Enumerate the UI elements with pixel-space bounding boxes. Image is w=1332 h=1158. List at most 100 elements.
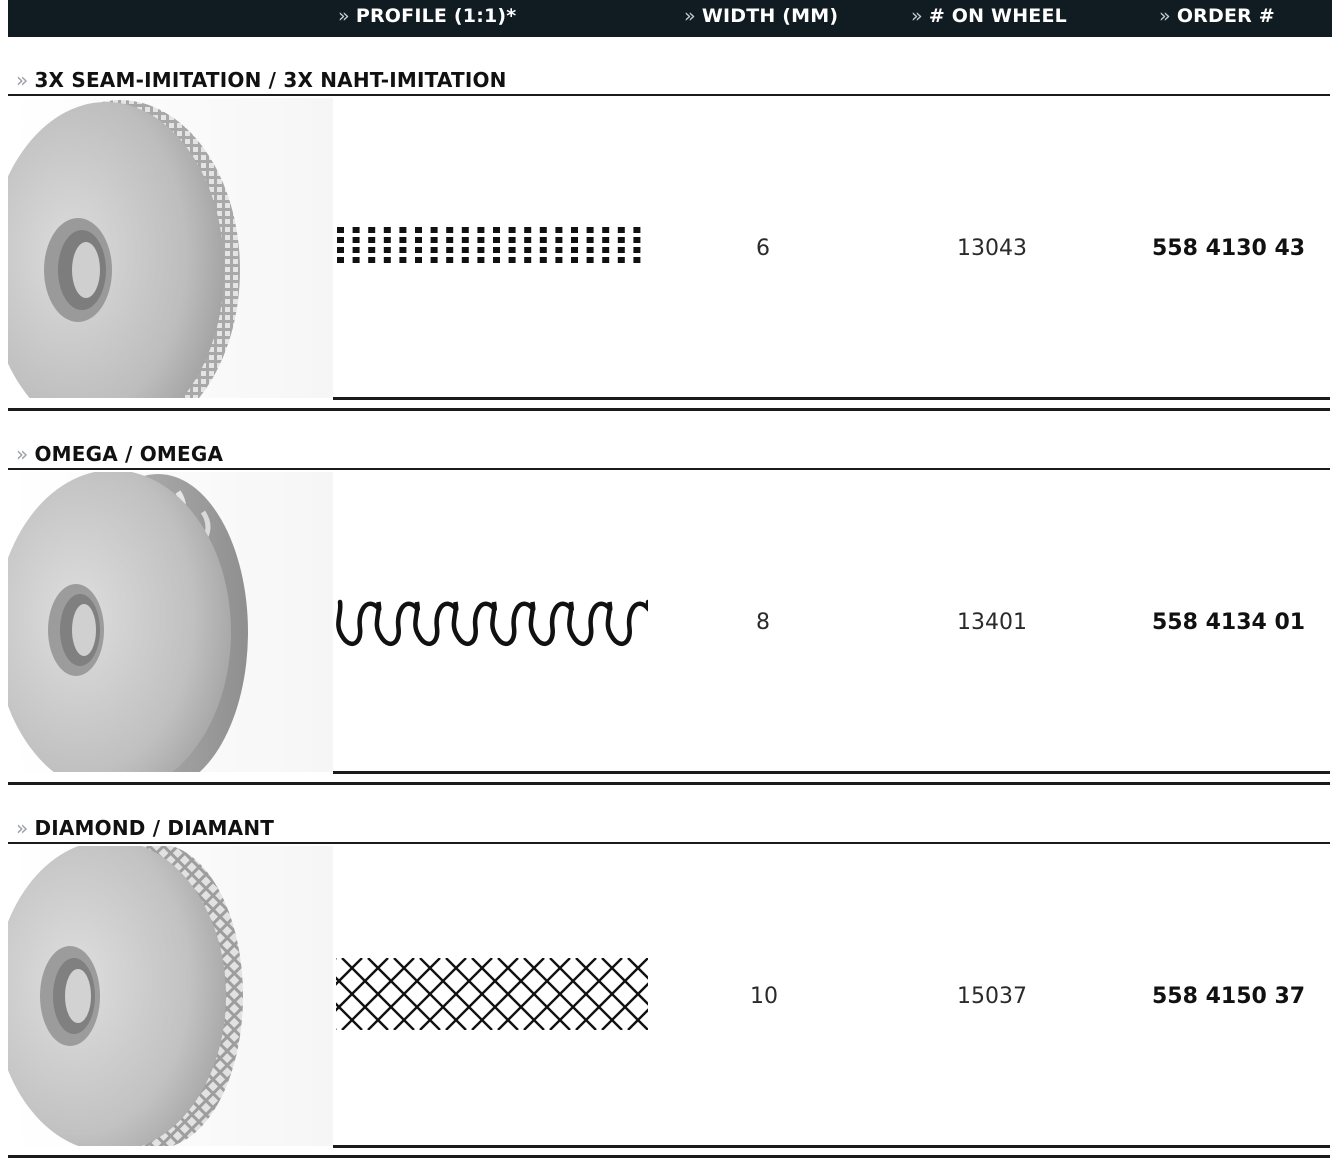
profile-dot	[602, 227, 610, 233]
profile-dot	[617, 227, 625, 233]
profile-dot	[337, 257, 344, 263]
divider	[8, 468, 1330, 470]
profile-dot	[352, 227, 360, 233]
profile-dot	[383, 257, 391, 263]
profile-dot	[446, 237, 454, 243]
profile-dot	[352, 247, 360, 253]
order-number: 558 4134 01	[1152, 610, 1306, 635]
profile-dot	[352, 237, 360, 243]
profile-dot	[477, 227, 485, 233]
divider	[8, 842, 1330, 844]
profile-dot	[383, 237, 391, 243]
profile-dot	[337, 247, 344, 253]
profile-dot	[539, 237, 547, 243]
profile-dot	[555, 237, 563, 243]
profile-dot	[524, 247, 532, 253]
profile-dot	[493, 247, 500, 253]
profile-dot	[586, 257, 594, 263]
wheel-seam-imitation-image	[8, 98, 333, 398]
profile-dot	[524, 227, 532, 233]
wheel-omega-image	[8, 472, 333, 772]
profile-dot	[430, 227, 438, 233]
profile-dot	[399, 227, 407, 233]
profile-dot	[461, 227, 469, 233]
profile-dot	[571, 247, 578, 253]
profile-dot	[555, 257, 563, 263]
profile-dot	[461, 237, 469, 243]
profile-dot	[399, 247, 407, 253]
on-wheel-value: 13043	[957, 236, 1027, 261]
profile-dot	[493, 227, 500, 233]
profile-dot	[508, 227, 516, 233]
section-title: » OMEGA / OMEGA	[16, 442, 224, 466]
profile-dot	[508, 257, 516, 263]
profile-dot	[446, 227, 454, 233]
profile-dots	[336, 226, 648, 274]
profile-dot	[555, 247, 563, 253]
profile-dot	[368, 257, 376, 263]
profile-dot	[524, 257, 532, 263]
profile-wave-line	[336, 599, 651, 647]
profile-dot	[383, 227, 391, 233]
profile-dot	[633, 257, 641, 263]
profile-dot	[617, 257, 625, 263]
width-value: 8	[756, 610, 770, 635]
profile-dot	[383, 247, 391, 253]
profile-dot	[461, 257, 469, 263]
profile-dot	[368, 247, 376, 253]
header-profile: » PROFILE (1:1)*	[338, 5, 517, 27]
profile-dot	[617, 247, 625, 253]
profile-dot	[368, 227, 376, 233]
profile-dot	[617, 237, 625, 243]
profile-dot	[539, 247, 547, 253]
divider	[333, 397, 1330, 400]
width-value: 10	[750, 984, 778, 1009]
profile-dot	[586, 247, 594, 253]
profile-dot	[539, 257, 547, 263]
profile-dot	[415, 247, 422, 253]
profile-dot	[415, 227, 422, 233]
header-on-wheel: » # ON WHEEL	[911, 5, 1067, 27]
header-width: » WIDTH (MM)	[684, 5, 839, 27]
profile-dot	[586, 227, 594, 233]
width-value: 6	[756, 236, 770, 261]
profile-dot	[633, 227, 641, 233]
profile-dot	[555, 227, 563, 233]
profile-dot	[399, 257, 407, 263]
profile-dot	[430, 237, 438, 243]
divider	[333, 1145, 1330, 1148]
profile-dot	[446, 257, 454, 263]
profile-mesh-line	[289, 957, 363, 1031]
profile-dot	[508, 247, 516, 253]
profile-dot	[602, 257, 610, 263]
profile-dot	[493, 237, 500, 243]
profile-dot	[352, 257, 360, 263]
profile-dot	[430, 257, 438, 263]
on-wheel-value: 15037	[957, 984, 1027, 1009]
order-number: 558 4150 37	[1152, 984, 1306, 1009]
profile-omega-wave	[336, 596, 651, 654]
section-title: » DIAMOND / DIAMANT	[16, 816, 275, 840]
profile-dot	[368, 237, 376, 243]
profile-dot	[477, 237, 485, 243]
header-order: » ORDER #	[1159, 5, 1275, 27]
profile-dot	[430, 247, 438, 253]
profile-dot	[633, 247, 641, 253]
profile-dot	[602, 237, 610, 243]
divider	[8, 94, 1330, 96]
divider	[8, 408, 1330, 411]
profile-mesh-line	[601, 957, 675, 1031]
wheel-diamond-image	[8, 846, 333, 1146]
profile-dot	[586, 237, 594, 243]
profile-dot	[461, 247, 469, 253]
table-header: » PROFILE (1:1)* » WIDTH (MM) » # ON WHEEL …	[8, 0, 1332, 37]
profile-mesh-line	[289, 957, 363, 1031]
profile-dot	[571, 227, 578, 233]
profile-dot	[508, 237, 516, 243]
profile-dot	[415, 257, 422, 263]
profile-dot	[633, 237, 641, 243]
profile-diamond-mesh	[263, 957, 779, 1034]
profile-mesh-line	[601, 957, 675, 1031]
profile-dot	[399, 237, 407, 243]
profile-dot	[446, 247, 454, 253]
